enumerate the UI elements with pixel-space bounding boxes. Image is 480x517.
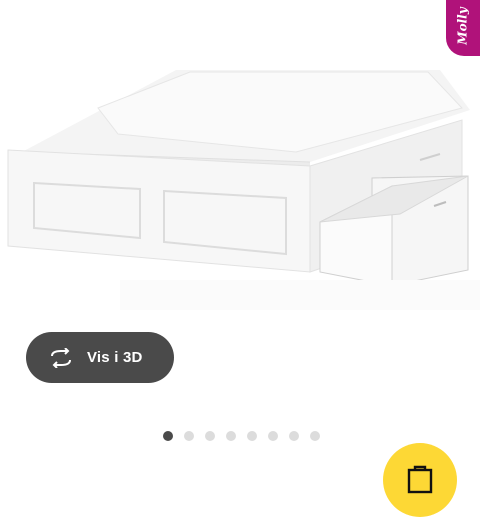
molly-assistant-badge[interactable]: Molly: [446, 0, 480, 56]
carousel-dot[interactable]: [247, 431, 257, 441]
product-image[interactable]: [0, 0, 480, 320]
view-in-3d-label: Vis i 3D: [87, 349, 143, 366]
shopping-bag-button[interactable]: [383, 443, 457, 517]
carousel-dot[interactable]: [205, 431, 215, 441]
carousel-dot[interactable]: [289, 431, 299, 441]
molly-badge-text: Molly: [456, 7, 471, 45]
shopping-bag-icon: [407, 465, 433, 494]
carousel-dot-active[interactable]: [163, 431, 173, 441]
rotate-3d-icon: [51, 347, 71, 368]
carousel-dot[interactable]: [226, 431, 236, 441]
carousel-dot[interactable]: [310, 431, 320, 441]
carousel-dot[interactable]: [268, 431, 278, 441]
view-in-3d-button[interactable]: Vis i 3D: [26, 332, 174, 383]
carousel-dot[interactable]: [184, 431, 194, 441]
image-carousel-indicator: [163, 431, 320, 441]
